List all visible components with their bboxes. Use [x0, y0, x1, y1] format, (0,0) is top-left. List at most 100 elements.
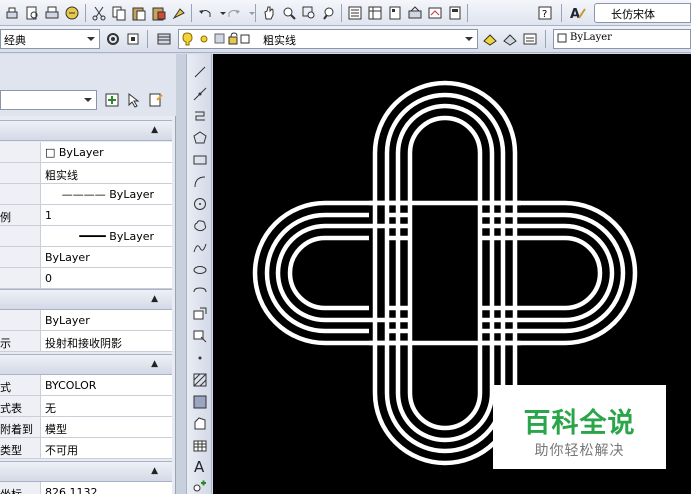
property-row[interactable]: 类型 不可用	[0, 438, 172, 459]
collapse-icon[interactable]: ▲	[151, 125, 158, 135]
plot-icon[interactable]	[42, 3, 62, 23]
quick-select-icon[interactable]	[146, 90, 166, 110]
property-name	[0, 226, 41, 246]
copy-icon[interactable]	[109, 3, 129, 23]
workspace-combo[interactable]: 经典	[0, 29, 100, 49]
print-icon[interactable]	[2, 3, 22, 23]
multiline-text-icon[interactable]: A	[190, 456, 210, 476]
property-row[interactable]: 坐标826.1132	[0, 482, 172, 494]
zoom-realtime-icon[interactable]	[279, 3, 299, 23]
property-row[interactable]: 式 BYCOLOR	[0, 375, 172, 396]
tool-palettes-icon[interactable]	[385, 3, 405, 23]
property-value[interactable]: ━━━━ ByLayer	[44, 226, 170, 246]
property-value[interactable]: 826.1132	[44, 482, 170, 494]
sheet-set-icon[interactable]	[405, 3, 425, 23]
arc-icon[interactable]	[190, 172, 210, 192]
property-row[interactable]: 示投射和接收阴影	[0, 331, 172, 352]
rectangle-icon[interactable]	[190, 150, 210, 170]
collapse-icon[interactable]: ▲	[151, 466, 158, 476]
layer-previous-icon[interactable]	[500, 29, 520, 49]
property-value[interactable]: □ ByLayer	[44, 142, 170, 162]
circle-icon[interactable]	[190, 194, 210, 214]
workspace-lock-icon[interactable]	[123, 29, 143, 49]
property-value[interactable]: BYCOLOR	[44, 375, 170, 395]
standard-toolbar: ? A 长仿宋体	[0, 0, 691, 26]
property-name: 式表	[0, 396, 41, 416]
workspace-settings-icon[interactable]	[103, 29, 123, 49]
ellipse-icon[interactable]	[190, 260, 210, 280]
select-objects-icon[interactable]	[124, 90, 144, 110]
object-type-select[interactable]	[0, 90, 97, 110]
match-properties-icon[interactable]	[169, 3, 189, 23]
pan-icon[interactable]	[259, 3, 279, 23]
property-value[interactable]: 模型	[44, 417, 170, 437]
make-layer-current-icon[interactable]	[480, 29, 500, 49]
toggle-pickadd-icon[interactable]	[102, 90, 122, 110]
property-row[interactable]: 粗实线	[0, 163, 172, 184]
palette-scrollbar[interactable]	[176, 54, 186, 494]
zoom-window-icon[interactable]	[299, 3, 319, 23]
paste-special-icon[interactable]	[149, 3, 169, 23]
collapse-icon[interactable]: ▲	[151, 359, 158, 369]
ellipse-arc-icon[interactable]	[190, 282, 210, 302]
property-name	[0, 184, 41, 204]
paste-icon[interactable]	[129, 3, 149, 23]
section-3d-effects-header[interactable]: ▲	[0, 289, 172, 310]
line-icon[interactable]	[190, 62, 210, 82]
property-value[interactable]: ByLayer	[44, 310, 170, 330]
property-value[interactable]: 不可用	[44, 438, 170, 458]
undo-icon[interactable]	[195, 3, 215, 23]
property-value[interactable]: 1	[44, 205, 170, 225]
property-row[interactable]: 0	[0, 268, 172, 289]
property-value[interactable]: ByLayer	[44, 247, 170, 267]
section-view-header[interactable]: ▲	[0, 461, 172, 482]
property-name: 示	[0, 331, 41, 351]
preview-icon[interactable]	[22, 3, 42, 23]
markup-icon[interactable]	[425, 3, 445, 23]
spline-icon[interactable]	[190, 238, 210, 258]
color-combo[interactable]: ByLayer	[553, 29, 691, 49]
point-icon[interactable]	[190, 348, 210, 368]
property-row[interactable]: 例1	[0, 205, 172, 226]
property-value[interactable]: 粗实线	[44, 163, 170, 183]
layer-combo[interactable]: 粗实线	[178, 29, 478, 49]
design-center-icon[interactable]	[365, 3, 385, 23]
calculator-icon[interactable]	[445, 3, 465, 23]
help-icon[interactable]: ?	[535, 3, 555, 23]
polyline-icon[interactable]	[190, 106, 210, 126]
region-icon[interactable]	[190, 414, 210, 434]
cut-icon[interactable]	[89, 3, 109, 23]
property-value[interactable]: 投射和接收阴影	[44, 331, 170, 351]
property-row[interactable]: ByLayer	[0, 310, 172, 331]
section-plot-style-header[interactable]: ▲	[0, 354, 172, 375]
gradient-icon[interactable]	[190, 392, 210, 412]
zoom-previous-icon[interactable]	[319, 3, 339, 23]
font-combo[interactable]: 长仿宋体	[594, 3, 691, 23]
property-row[interactable]: ━━━━ ByLayer	[0, 226, 172, 247]
text-style-icon[interactable]: A	[568, 3, 588, 23]
revision-cloud-icon[interactable]	[190, 216, 210, 236]
layer-manager-icon[interactable]	[154, 29, 174, 49]
publish-icon[interactable]	[62, 3, 82, 23]
property-name	[0, 142, 41, 162]
property-row[interactable]: □ ByLayer	[0, 142, 172, 163]
redo-icon[interactable]	[224, 3, 244, 23]
make-block-icon[interactable]	[190, 326, 210, 346]
table-icon[interactable]	[190, 436, 210, 456]
section-general-header[interactable]: ▲	[0, 120, 172, 141]
properties-icon[interactable]	[345, 3, 365, 23]
property-value[interactable]: 0	[44, 268, 170, 288]
add-selected-icon[interactable]	[190, 476, 210, 494]
property-value[interactable]: 无	[44, 396, 170, 416]
property-row[interactable]: 式表无	[0, 396, 172, 417]
construction-line-icon[interactable]	[190, 84, 210, 104]
hatch-icon[interactable]	[190, 370, 210, 390]
insert-block-icon[interactable]	[190, 304, 210, 324]
polygon-icon[interactable]	[190, 128, 210, 148]
collapse-icon[interactable]: ▲	[151, 294, 158, 304]
property-row[interactable]: ByLayer	[0, 247, 172, 268]
property-row[interactable]: ———— ByLayer	[0, 184, 172, 205]
layer-states-icon[interactable]	[520, 29, 540, 49]
property-value[interactable]: ———— ByLayer	[44, 184, 170, 204]
property-row[interactable]: 附着到 模型	[0, 417, 172, 438]
